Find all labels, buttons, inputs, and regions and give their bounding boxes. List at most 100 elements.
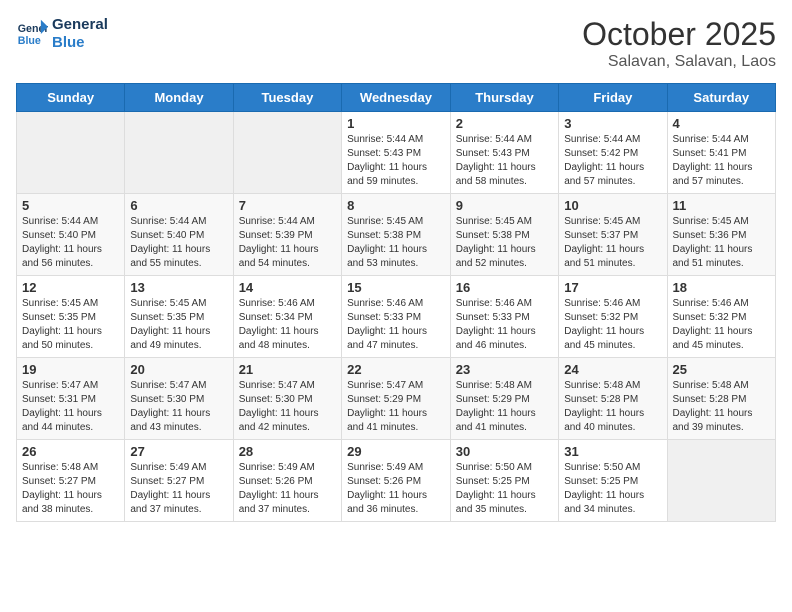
calendar-cell: 24 Sunrise: 5:48 AM Sunset: 5:28 PM Dayli…	[559, 358, 667, 440]
day-number: 15	[347, 280, 445, 295]
day-number: 23	[456, 362, 553, 377]
weekday-header-monday: Monday	[125, 84, 233, 112]
calendar-cell	[125, 112, 233, 194]
svg-text:Blue: Blue	[18, 35, 41, 47]
calendar-week-2: 5 Sunrise: 5:44 AM Sunset: 5:40 PM Daylig…	[17, 194, 776, 276]
day-info: Sunrise: 5:50 AM Sunset: 5:25 PM Dayligh…	[456, 461, 553, 517]
calendar-cell: 31Sunrise: 5:50 AM Sunset: 5:25 PM Dayli…	[559, 440, 667, 522]
calendar-cell: 1Sunrise: 5:44 AM Sunset: 5:43 PM Daylig…	[342, 112, 451, 194]
day-info: Sunrise: 5:49 AM Sunset: 5:27 PM Dayligh…	[130, 461, 227, 517]
day-info: Sunrise: 5:45 AM Sunset: 5:35 PM Dayligh…	[22, 297, 119, 353]
calendar-cell: 13 Sunrise: 5:45 AM Sunset: 5:35 PM Dayli…	[125, 276, 233, 358]
day-info: Sunrise: 5:48 AM Sunset: 5:27 PM Dayligh…	[22, 461, 119, 517]
calendar-week-1: 1 Sunrise: 5:44 AM Sunset: 5:43 PM Daylig…	[17, 112, 776, 194]
day-info: Sunrise: 5:46 AM Sunset: 5:33 PM Dayligh…	[347, 297, 445, 353]
calendar-cell: 15 Sunrise: 5:46 AM Sunset: 5:33 PM Dayli…	[342, 276, 451, 358]
calendar-cell: 17 Sunrise: 5:46 AM Sunset: 5:32 PM Dayli…	[559, 276, 667, 358]
calendar-cell: 18 Sunrise: 5:46 AM Sunset: 5:32 PM Dayli…	[667, 276, 776, 358]
day-number: 24	[564, 362, 661, 377]
day-info: Sunrise: 5:44 AM Sunset: 5:43 PM Dayligh…	[456, 133, 553, 189]
logo-line1: General	[52, 16, 108, 34]
day-number: 8	[347, 198, 445, 213]
day-info: Sunrise: 5:44 AM Sunset: 5:42 PM Dayligh…	[564, 133, 661, 189]
day-number: 6	[130, 198, 227, 213]
calendar-cell: 8 Sunrise: 5:45 AM Sunset: 5:38 PM Daylig…	[342, 194, 451, 276]
weekday-header-row: SundayMondayTuesdayWednesdayThursdayFrid…	[17, 84, 776, 112]
day-info: Sunrise: 5:44 AM Sunset: 5:41 PM Dayligh…	[673, 133, 771, 189]
day-number: 19	[22, 362, 119, 377]
calendar-cell: 21Sunrise: 5:47 AM Sunset: 5:30 PM Dayli…	[233, 358, 341, 440]
day-number: 9	[456, 198, 553, 213]
calendar-table: SundayMondayTuesdayWednesdayThursdayFrid…	[16, 83, 776, 522]
calendar-cell: 23 Sunrise: 5:48 AM Sunset: 5:29 PM Dayli…	[450, 358, 558, 440]
weekday-header-saturday: Saturday	[667, 84, 776, 112]
day-info: Sunrise: 5:47 AM Sunset: 5:30 PM Dayligh…	[239, 379, 336, 435]
logo: General Blue General Blue	[16, 16, 108, 52]
day-number: 28	[239, 444, 336, 459]
day-number: 29	[347, 444, 445, 459]
day-info: Sunrise: 5:47 AM Sunset: 5:29 PM Dayligh…	[347, 379, 445, 435]
calendar-week-5: 26 Sunrise: 5:48 AM Sunset: 5:27 PM Dayli…	[17, 440, 776, 522]
calendar-cell: 12Sunrise: 5:45 AM Sunset: 5:35 PM Dayli…	[17, 276, 125, 358]
month-title: October 2025	[582, 16, 776, 53]
weekday-header-sunday: Sunday	[17, 84, 125, 112]
calendar-cell	[667, 440, 776, 522]
day-number: 22	[347, 362, 445, 377]
day-number: 18	[673, 280, 771, 295]
day-info: Sunrise: 5:49 AM Sunset: 5:26 PM Dayligh…	[239, 461, 336, 517]
calendar-cell: 16Sunrise: 5:46 AM Sunset: 5:33 PM Dayli…	[450, 276, 558, 358]
day-number: 20	[130, 362, 227, 377]
day-number: 17	[564, 280, 661, 295]
page-header: General Blue General Blue October 2025 S…	[16, 16, 776, 71]
day-number: 5	[22, 198, 119, 213]
day-info: Sunrise: 5:47 AM Sunset: 5:31 PM Dayligh…	[22, 379, 119, 435]
weekday-header-thursday: Thursday	[450, 84, 558, 112]
day-info: Sunrise: 5:45 AM Sunset: 5:36 PM Dayligh…	[673, 215, 771, 271]
calendar-cell: 25Sunrise: 5:48 AM Sunset: 5:28 PM Dayli…	[667, 358, 776, 440]
day-number: 11	[673, 198, 771, 213]
day-info: Sunrise: 5:50 AM Sunset: 5:25 PM Dayligh…	[564, 461, 661, 517]
calendar-cell: 19 Sunrise: 5:47 AM Sunset: 5:31 PM Dayli…	[17, 358, 125, 440]
day-info: Sunrise: 5:46 AM Sunset: 5:34 PM Dayligh…	[239, 297, 336, 353]
weekday-header-tuesday: Tuesday	[233, 84, 341, 112]
day-number: 26	[22, 444, 119, 459]
day-number: 1	[347, 116, 445, 131]
weekday-header-wednesday: Wednesday	[342, 84, 451, 112]
day-info: Sunrise: 5:44 AM Sunset: 5:40 PM Dayligh…	[130, 215, 227, 271]
calendar-cell: 28 Sunrise: 5:49 AM Sunset: 5:26 PM Dayli…	[233, 440, 341, 522]
logo-icon: General Blue	[16, 18, 48, 50]
calendar-cell: 10 Sunrise: 5:45 AM Sunset: 5:37 PM Dayli…	[559, 194, 667, 276]
day-number: 3	[564, 116, 661, 131]
calendar-cell: 14Sunrise: 5:46 AM Sunset: 5:34 PM Dayli…	[233, 276, 341, 358]
calendar-cell	[17, 112, 125, 194]
calendar-cell: 20 Sunrise: 5:47 AM Sunset: 5:30 PM Dayli…	[125, 358, 233, 440]
day-info: Sunrise: 5:46 AM Sunset: 5:32 PM Dayligh…	[564, 297, 661, 353]
calendar-week-3: 12Sunrise: 5:45 AM Sunset: 5:35 PM Dayli…	[17, 276, 776, 358]
calendar-cell: 29Sunrise: 5:49 AM Sunset: 5:26 PM Dayli…	[342, 440, 451, 522]
day-info: Sunrise: 5:45 AM Sunset: 5:38 PM Dayligh…	[347, 215, 445, 271]
day-info: Sunrise: 5:47 AM Sunset: 5:30 PM Dayligh…	[130, 379, 227, 435]
calendar-cell: 3 Sunrise: 5:44 AM Sunset: 5:42 PM Daylig…	[559, 112, 667, 194]
calendar-cell: 6 Sunrise: 5:44 AM Sunset: 5:40 PM Daylig…	[125, 194, 233, 276]
day-info: Sunrise: 5:48 AM Sunset: 5:28 PM Dayligh…	[564, 379, 661, 435]
day-info: Sunrise: 5:48 AM Sunset: 5:29 PM Dayligh…	[456, 379, 553, 435]
title-block: October 2025 Salavan, Salavan, Laos	[582, 16, 776, 71]
day-number: 10	[564, 198, 661, 213]
day-info: Sunrise: 5:44 AM Sunset: 5:39 PM Dayligh…	[239, 215, 336, 271]
day-number: 16	[456, 280, 553, 295]
day-info: Sunrise: 5:46 AM Sunset: 5:32 PM Dayligh…	[673, 297, 771, 353]
day-info: Sunrise: 5:45 AM Sunset: 5:35 PM Dayligh…	[130, 297, 227, 353]
calendar-cell: 2 Sunrise: 5:44 AM Sunset: 5:43 PM Daylig…	[450, 112, 558, 194]
logo-line2: Blue	[52, 34, 108, 52]
calendar-cell: 22 Sunrise: 5:47 AM Sunset: 5:29 PM Dayli…	[342, 358, 451, 440]
calendar-cell: 9 Sunrise: 5:45 AM Sunset: 5:38 PM Daylig…	[450, 194, 558, 276]
day-info: Sunrise: 5:45 AM Sunset: 5:38 PM Dayligh…	[456, 215, 553, 271]
day-number: 13	[130, 280, 227, 295]
calendar-cell: 26 Sunrise: 5:48 AM Sunset: 5:27 PM Dayli…	[17, 440, 125, 522]
calendar-cell: 27Sunrise: 5:49 AM Sunset: 5:27 PM Dayli…	[125, 440, 233, 522]
day-info: Sunrise: 5:45 AM Sunset: 5:37 PM Dayligh…	[564, 215, 661, 271]
day-number: 7	[239, 198, 336, 213]
day-number: 2	[456, 116, 553, 131]
calendar-cell: 30Sunrise: 5:50 AM Sunset: 5:25 PM Dayli…	[450, 440, 558, 522]
calendar-cell: 7 Sunrise: 5:44 AM Sunset: 5:39 PM Daylig…	[233, 194, 341, 276]
